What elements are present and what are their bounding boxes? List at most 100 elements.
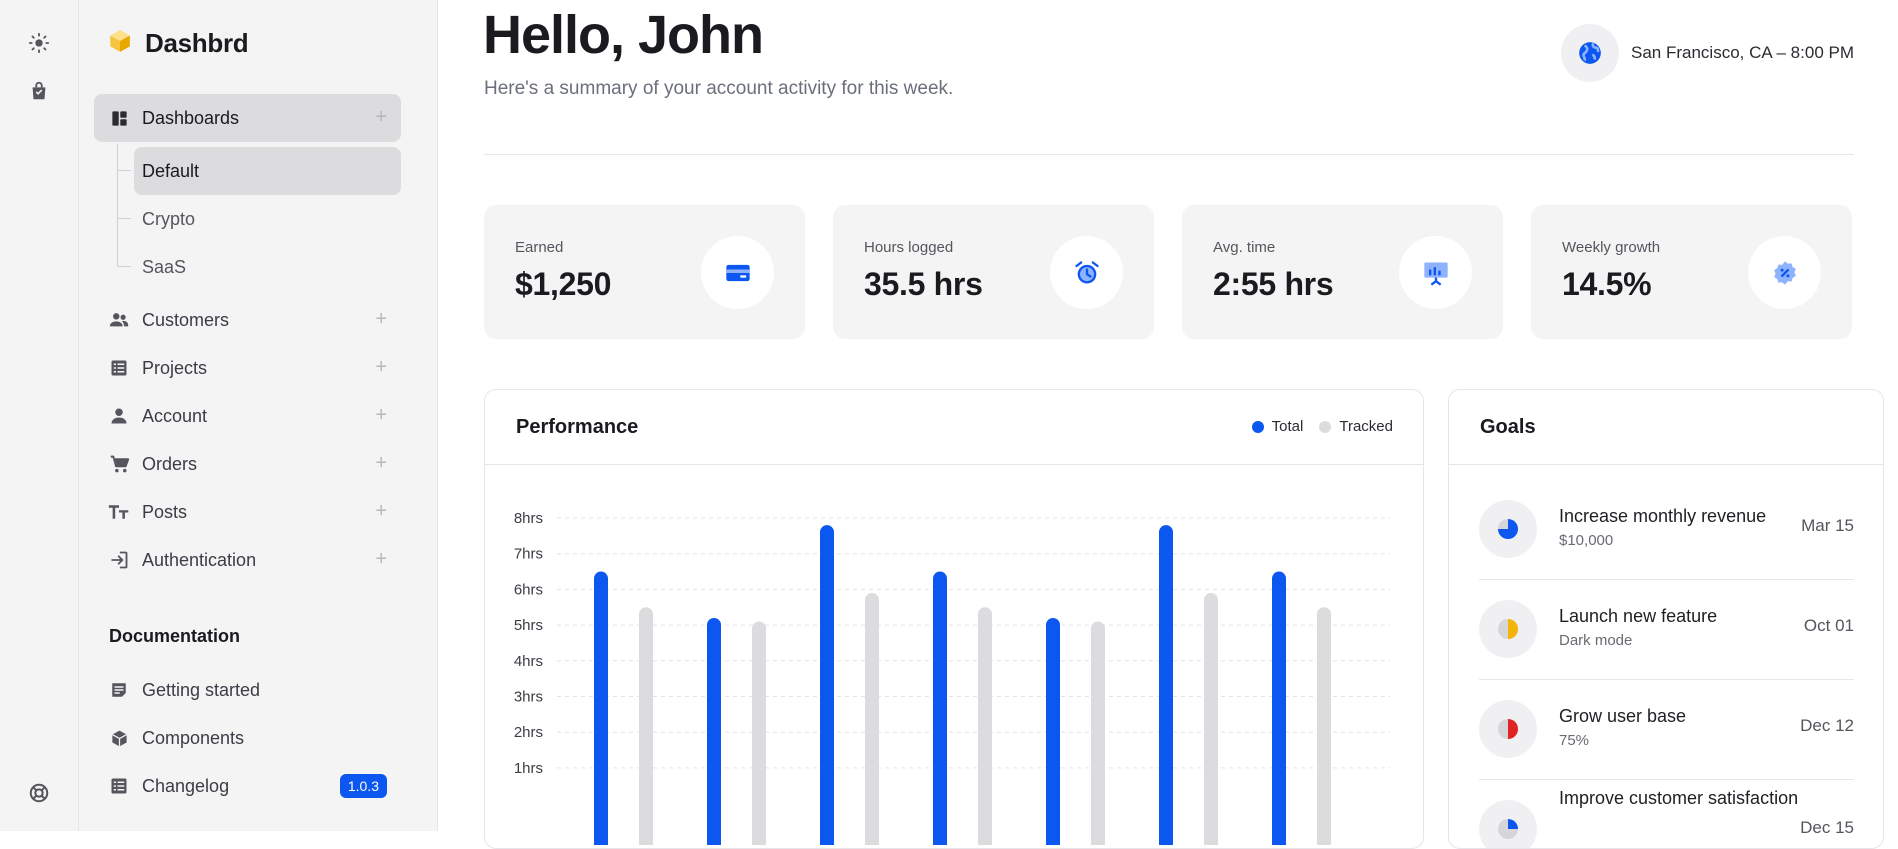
y-tick-label: 5hrs <box>514 617 543 634</box>
sidebar-sub-crypto[interactable]: Crypto <box>134 195 401 243</box>
performance-card: Performance Total Tracked 1hrs 2hrs 3hrs 4h… <box>484 389 1424 849</box>
globe-icon <box>1561 24 1619 82</box>
expand-icon[interactable]: + <box>375 500 387 523</box>
sidebar: Dashbrd Dashboards + Default Crypto SaaS… <box>79 0 438 831</box>
bar-total[interactable] <box>1272 571 1286 845</box>
y-tick-label: 1hrs <box>514 760 543 777</box>
expand-icon[interactable]: + <box>375 308 387 331</box>
sidebar-item-components[interactable]: Components <box>94 714 401 762</box>
legend-label: Total <box>1271 418 1304 435</box>
bar-total[interactable] <box>820 525 834 845</box>
goal-progress-icon <box>1479 700 1537 758</box>
bar-tracked[interactable] <box>752 621 766 845</box>
sidebar-sub-default[interactable]: Default <box>134 147 401 195</box>
sidebar-item-posts[interactable]: Posts + <box>94 488 401 536</box>
goals-title: Goals <box>1480 416 1536 438</box>
legend-item-tracked[interactable]: Tracked <box>1319 418 1393 435</box>
legend-dot-icon <box>1319 420 1332 433</box>
location-text: San Francisco, CA – 8:00 PM <box>1631 43 1854 62</box>
location-widget[interactable]: San Francisco, CA – 8:00 PM <box>1561 24 1854 82</box>
goal-subtitle: Dark mode <box>1559 632 1633 649</box>
bar-total[interactable] <box>1159 525 1173 845</box>
pie-fill <box>1508 719 1518 739</box>
sidebar-item-label: Getting started <box>142 679 261 700</box>
bar-tracked[interactable] <box>1317 607 1331 845</box>
bar-tracked[interactable] <box>1204 592 1218 845</box>
dashboard-icon <box>108 107 130 129</box>
sidebar-sub-saas[interactable]: SaaS <box>134 243 401 291</box>
expand-icon[interactable]: + <box>375 404 387 427</box>
performance-title: Performance <box>516 416 639 438</box>
bar-tracked[interactable] <box>865 592 879 845</box>
stat-value: 14.5% <box>1562 266 1652 302</box>
expand-icon[interactable]: + <box>375 452 387 475</box>
bar-tracked[interactable] <box>978 607 992 845</box>
goal-date: Dec 15 <box>1800 818 1854 837</box>
brand[interactable]: Dashbrd <box>107 28 249 59</box>
goal-item[interactable]: Launch new feature Dark mode Oct 01 <box>1479 580 1854 680</box>
sidebar-item-orders[interactable]: Orders + <box>94 440 401 488</box>
people-icon <box>108 309 130 331</box>
shopping-bag-icon[interactable] <box>22 74 56 108</box>
main-content: Hello, John Here's a summary of your acc… <box>438 0 1898 849</box>
y-tick-label: 7hrs <box>514 546 543 563</box>
stat-card-earned: Earned $1,250 <box>484 205 805 339</box>
text-icon <box>108 501 130 523</box>
goal-progress-icon <box>1479 800 1537 848</box>
stat-label: Avg. time <box>1213 239 1276 256</box>
y-tick-label: 4hrs <box>514 653 543 670</box>
sidebar-item-label: Posts <box>142 501 188 522</box>
sidebar-item-changelog[interactable]: Changelog 1.0.3 <box>94 762 401 810</box>
sidebar-item-account[interactable]: Account + <box>94 392 401 440</box>
stat-label: Weekly growth <box>1562 239 1661 256</box>
expand-icon[interactable]: + <box>375 356 387 379</box>
sidebar-item-getting-started[interactable]: Getting started <box>94 666 401 714</box>
sidebar-item-authentication[interactable]: Authentication + <box>94 536 401 584</box>
list-icon <box>108 775 130 797</box>
stat-card-avg-time: Avg. time 2:55 hrs <box>1182 205 1503 339</box>
y-tick-label: 2hrs <box>514 724 543 741</box>
support-icon[interactable] <box>22 776 56 810</box>
sidebar-item-dashboards[interactable]: Dashboards + <box>94 94 401 142</box>
goal-item[interactable]: Grow user base 75% Dec 12 <box>1479 680 1854 780</box>
tree-branch <box>117 170 131 171</box>
goal-date: Dec 12 <box>1800 716 1854 735</box>
legend-item-total[interactable]: Total <box>1251 418 1304 435</box>
goal-item[interactable]: Improve customer satisfaction Dec 15 <box>1479 780 1854 848</box>
bar-total[interactable] <box>594 571 608 845</box>
stat-value: 2:55 hrs <box>1213 266 1334 302</box>
logo-icon <box>107 28 133 59</box>
goal-date: Oct 01 <box>1803 616 1854 635</box>
y-tick-label: 3hrs <box>514 689 543 706</box>
bar-total[interactable] <box>933 571 947 845</box>
goal-title: Grow user base <box>1559 706 1687 726</box>
bar-tracked[interactable] <box>1091 621 1105 845</box>
bar-total[interactable] <box>1046 617 1060 845</box>
sun-icon[interactable] <box>22 26 56 60</box>
goal-subtitle: 75% <box>1559 732 1590 749</box>
expand-icon[interactable]: + <box>375 548 387 571</box>
goal-subtitle: $10,000 <box>1559 532 1614 549</box>
goal-item[interactable]: Increase monthly revenue $10,000 Mar 15 <box>1479 480 1854 580</box>
sidebar-item-customers[interactable]: Customers + <box>94 296 401 344</box>
bar-tracked[interactable] <box>639 607 653 845</box>
sidebar-item-label: Customers <box>142 309 230 330</box>
expand-icon[interactable]: + <box>375 106 387 129</box>
presentation-icon <box>1399 236 1472 309</box>
stat-label: Hours logged <box>864 239 954 256</box>
performance-chart: 1hrs 2hrs 3hrs 4hrs 5hrs 6hrs 7hrs 8hrs <box>514 510 1390 845</box>
login-icon <box>108 549 130 571</box>
chart-legend: Total Tracked <box>1251 418 1393 435</box>
sidebar-item-label: Dashboards <box>142 107 240 128</box>
goal-title: Launch new feature <box>1559 606 1718 626</box>
stat-card-weekly-growth: Weekly growth 14.5% <box>1531 205 1852 339</box>
sidebar-item-projects[interactable]: Projects + <box>94 344 401 392</box>
stat-card-hours: Hours logged 35.5 hrs <box>833 205 1154 339</box>
sidebar-item-label: Projects <box>142 357 208 378</box>
bar-total[interactable] <box>707 617 721 845</box>
goal-pie <box>1498 519 1518 539</box>
page-subtitle: Here's a summary of your account activit… <box>484 78 954 99</box>
header-divider <box>484 154 1854 155</box>
version-badge: 1.0.3 <box>339 774 387 798</box>
goal-progress-icon <box>1479 500 1537 558</box>
